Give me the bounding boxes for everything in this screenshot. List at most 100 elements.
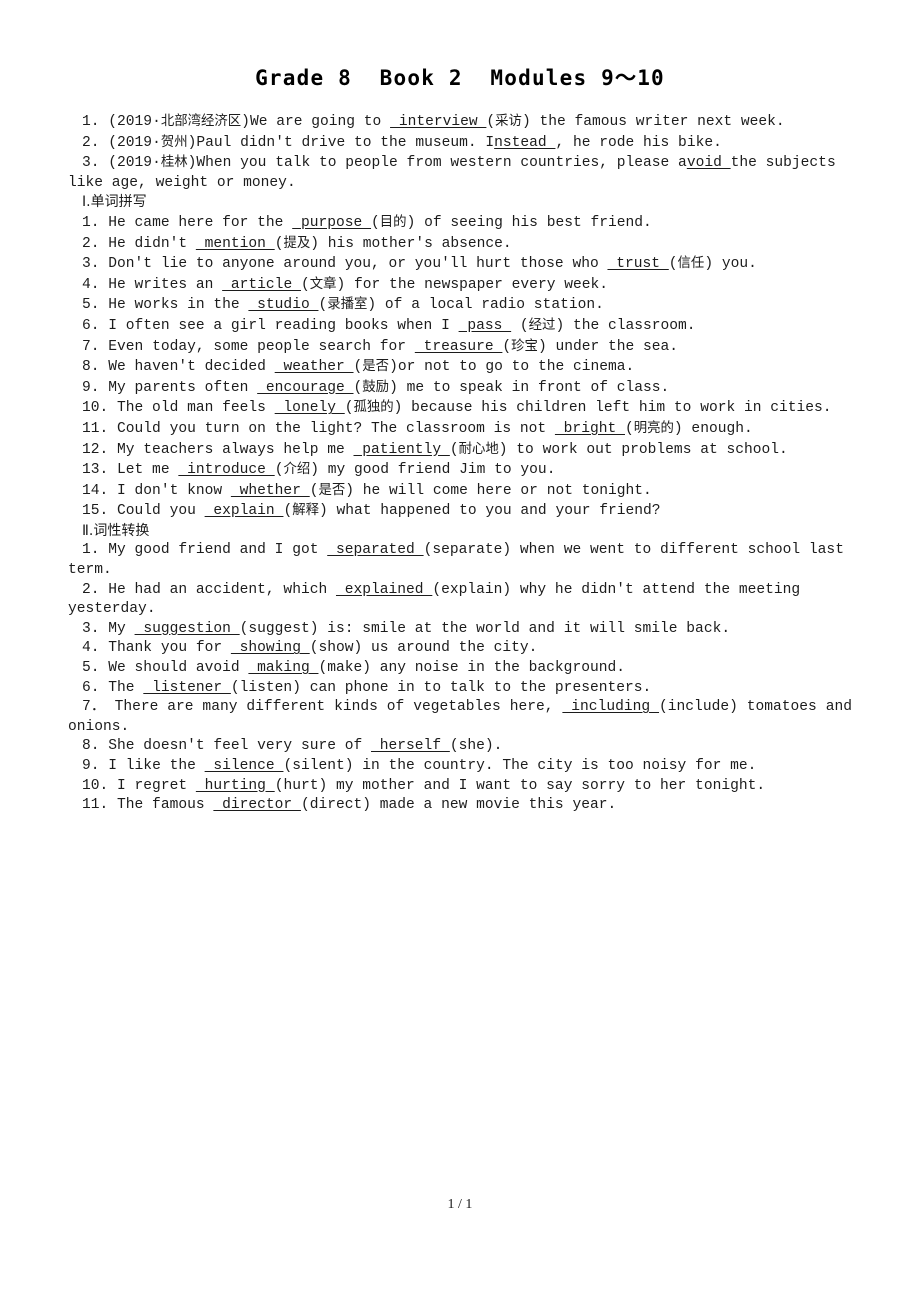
answer-blank[interactable]: void (687, 155, 731, 171)
item-text-before-blank: He works in the (108, 297, 248, 313)
item-text-before-blank: When you talk to people from western cou… (196, 155, 686, 171)
item-text-before-blank: The (108, 680, 143, 696)
answer-blank[interactable]: trust (607, 256, 668, 272)
answer-blank[interactable]: encourage (257, 380, 353, 396)
answer-blank[interactable]: pass (459, 318, 512, 334)
item-number: 15. (82, 503, 118, 520)
answer-blank[interactable]: hurting (196, 778, 275, 794)
answer-blank[interactable]: listener (143, 680, 231, 696)
answer-blank[interactable]: nstead (494, 135, 555, 151)
answer-blank[interactable]: purpose (292, 215, 371, 231)
item-after-text: ) you. (704, 256, 757, 273)
item-before-text: The famous (117, 797, 214, 814)
item-text-after-blank: (she). (450, 738, 503, 754)
answer-blank[interactable]: lonely (275, 400, 345, 416)
exercise-item: 10. The old man feels lonely (孤独的) becau… (68, 398, 852, 419)
answer-blank[interactable]: studio (248, 297, 318, 313)
item-text-after-blank: (孤独的) because his children left him to w… (345, 400, 832, 416)
item-text-before-blank: My good friend and I got (108, 542, 327, 558)
item-before-text: When you talk to people from western cou… (196, 155, 687, 172)
item-after-text: )or not to go to the cinema. (389, 359, 635, 376)
item-text-after-blank: (鼓励) me to speak in front of class. (354, 380, 670, 396)
answer-blank[interactable]: silence (205, 758, 284, 774)
item-number: 9. (82, 758, 109, 774)
item-after-text: (show) us around the city. (309, 640, 538, 657)
item-text-after-blank: (hurt) my mother and I want to say sorry… (275, 778, 765, 794)
item-before-text: Could you turn on the light? The classro… (117, 420, 555, 437)
answer-blank[interactable]: including (562, 699, 659, 715)
item-after-cn-text: 经过 (528, 317, 556, 333)
item-after-cn-text: 明亮的 (633, 420, 674, 436)
answer-blank[interactable]: weather (275, 359, 354, 375)
item-after-text: (she). (449, 738, 503, 755)
item-source-text: (2019· (108, 134, 161, 151)
answer-blank[interactable]: article (222, 277, 301, 293)
item-number: 6. (82, 679, 109, 696)
item-after-text: (silent) in the country. The city is too… (283, 758, 757, 774)
item-text-after-blank: (信任) you. (669, 256, 757, 272)
item-number: 11. (82, 420, 118, 437)
item-number: 1. (82, 114, 109, 130)
item-number: 1. (82, 214, 109, 231)
answer-blank[interactable]: showing (231, 640, 310, 656)
item-after-text: ) my good friend Jim to you. (310, 462, 556, 479)
answer-blank[interactable]: treasure (415, 339, 503, 355)
item-before-text: My (108, 620, 135, 637)
exercise-item: 14. I don't know whether (是否) he will co… (68, 481, 852, 502)
item-before-text: My parents often (108, 379, 258, 396)
item-after-cn-text: 录播室 (327, 297, 368, 313)
item-text-after-blank: (direct) made a new movie this year. (301, 797, 616, 813)
item-text-before-blank: Thank you for (108, 640, 231, 656)
item-number: 2. (82, 134, 109, 151)
item-after-text: ) of a local radio station. (367, 297, 604, 314)
answer-blank[interactable]: making (248, 660, 318, 676)
item-number: 4. (82, 276, 109, 293)
item-before-text: She doesn't feel very sure of (108, 738, 372, 755)
answer-blank[interactable]: explain (205, 503, 284, 519)
answer-blank[interactable]: separated (327, 542, 423, 558)
item-before-text: I don't know (117, 482, 231, 499)
item-source-cn-text: 贺州 (160, 134, 188, 150)
answer-blank[interactable]: patiently (354, 442, 450, 458)
item-text-before-blank: Let me (117, 462, 178, 478)
item-text-before-blank: He writes an (108, 277, 222, 293)
answer-blank[interactable]: suggestion (135, 621, 240, 637)
item-number: 12. (82, 441, 118, 458)
item-after-cn-text: 是否 (362, 359, 390, 375)
item-text-before-blank: The old man feels (117, 400, 275, 416)
item-after-text: (direct) made a new movie this year. (300, 797, 617, 814)
section-one-label: Ⅰ.单词拼写 (82, 194, 147, 211)
exercise-item: 9. I like the silence (silent) in the co… (68, 757, 852, 777)
item-number: 13. (82, 462, 118, 479)
exercise-item: 1. He came here for the purpose (目的) of … (68, 213, 852, 234)
exercise-item: 6. The listener (listen) can phone in to… (68, 679, 852, 699)
item-number: 5. (82, 297, 109, 314)
item-after-text: ) he will come here or not tonight. (345, 482, 652, 499)
item-after-text: ) to work out problems at school. (498, 441, 788, 458)
exercise-item: 11. Could you turn on the light? The cla… (68, 419, 852, 440)
answer-blank[interactable]: mention (196, 236, 275, 252)
item-text-after-blank: (解释) what happened to you and your frien… (283, 503, 660, 519)
item-after-cn-text: 目的 (379, 214, 407, 230)
item-source-cn-text: 桂林 (160, 155, 188, 171)
item-after-text: (suggest) is: smile at the world and it … (239, 620, 731, 637)
exercise-item: 4. He writes an article (文章) for the new… (68, 275, 852, 296)
item-before-text: We haven't decided (108, 359, 275, 376)
exercise-body: 1. (2019·北部湾经济区)We are going to intervie… (68, 112, 852, 816)
answer-blank[interactable]: herself (371, 738, 450, 754)
answer-blank[interactable]: introduce (178, 462, 274, 478)
section-two-label: Ⅱ.词性转换 (82, 522, 150, 539)
answer-blank[interactable]: whether (231, 483, 310, 499)
item-text-before-blank: The famous (117, 797, 213, 813)
item-number: 14. (82, 482, 118, 499)
item-number: 5. (82, 660, 109, 677)
item-before-text: The old man feels (117, 400, 275, 417)
item-after-cn-text: 文章 (309, 276, 337, 292)
answer-blank[interactable]: explained (336, 582, 432, 598)
item-after-text: ( (624, 420, 634, 437)
answer-blank[interactable]: bright (555, 421, 625, 437)
answer-blank[interactable]: interview (390, 114, 486, 130)
answer-blank[interactable]: director (213, 797, 301, 813)
item-text-after-blank: (listen) can phone in to talk to the pre… (231, 680, 651, 696)
item-before-text: Could you (117, 503, 205, 520)
